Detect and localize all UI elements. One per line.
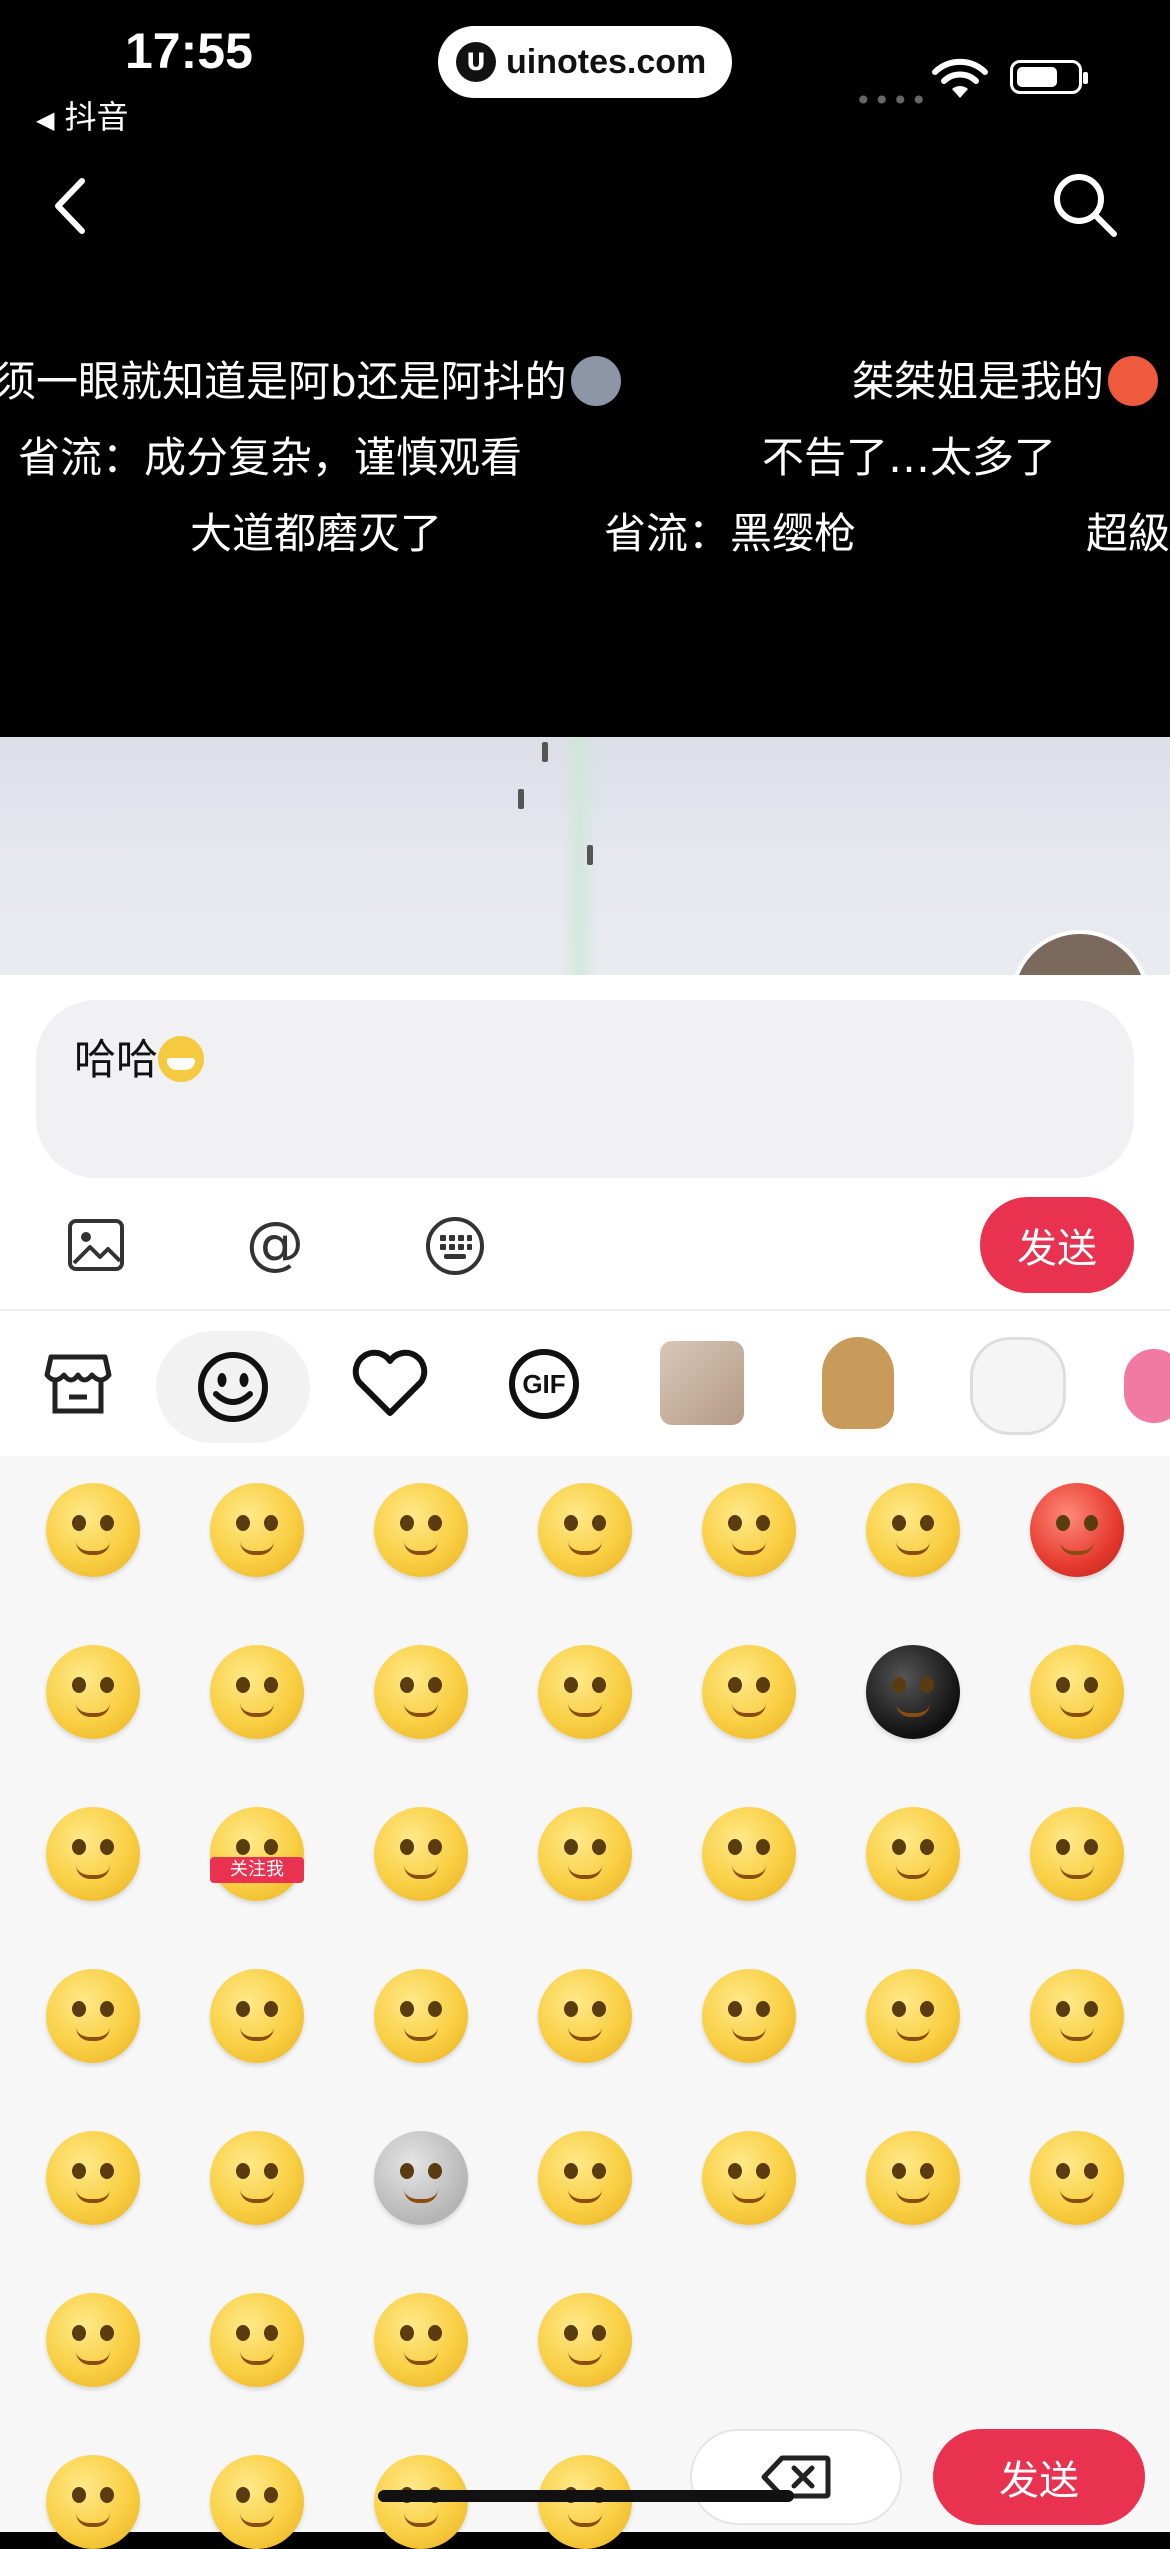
emoji-item[interactable] <box>538 2131 632 2225</box>
emoji-item[interactable] <box>702 1807 796 1901</box>
bear-sticker[interactable] <box>822 1337 894 1429</box>
svg-text:GIF: GIF <box>522 1369 565 1399</box>
video-frame[interactable] <box>0 737 1170 977</box>
danmaku-comment: 不告了…太多了 <box>762 433 1057 482</box>
tab-favorites[interactable] <box>340 1311 440 1456</box>
comment-input-text: 哈哈 <box>74 1026 205 1087</box>
smiley-icon <box>198 1352 268 1422</box>
danmaku-comment: 省流：成分复杂，谨慎观看 <box>18 433 523 482</box>
emoji-item[interactable] <box>46 2455 140 2549</box>
cat-sticker[interactable] <box>660 1341 744 1425</box>
follow-me-tag: 关注我 <box>210 1857 304 1883</box>
heart-icon <box>352 1349 428 1416</box>
emoji-item[interactable] <box>1030 1483 1124 1577</box>
site-logo-icon: U <box>456 42 496 82</box>
emoji-item[interactable] <box>374 2293 468 2387</box>
emoji-item[interactable] <box>46 1645 140 1739</box>
tab-emoji-store[interactable] <box>28 1311 128 1456</box>
emoji-item[interactable] <box>538 1645 632 1739</box>
emoji-item[interactable] <box>46 2293 140 2387</box>
comment-input[interactable]: 哈哈 <box>36 1000 1134 1178</box>
search-icon[interactable] <box>1050 170 1120 240</box>
emoji-grid: 关注我 <box>0 1456 1170 2549</box>
danmaku-comment: 桀桀姐是我的 <box>852 348 1159 409</box>
emoji-item[interactable] <box>1030 2131 1124 2225</box>
emoji-item[interactable] <box>374 2131 468 2225</box>
emoji-item[interactable] <box>374 1645 468 1739</box>
emoji-item[interactable] <box>702 2131 796 2225</box>
mention-icon[interactable]: @ <box>244 1215 306 1277</box>
dog-sticker[interactable] <box>970 1337 1066 1435</box>
tab-gif[interactable]: GIF <box>494 1311 594 1456</box>
back-triangle-icon: ◀ <box>36 106 55 134</box>
emoji-item[interactable] <box>538 2293 632 2387</box>
emoji-item[interactable]: 关注我 <box>210 1807 304 1901</box>
emoji-item[interactable] <box>210 2131 304 2225</box>
emoji-item[interactable] <box>46 2131 140 2225</box>
danmaku-comment: 超級 <box>1086 509 1170 558</box>
danmaku-comment: 须一眼就知道是阿b还是阿抖的 <box>0 348 621 409</box>
home-indicator[interactable] <box>378 2490 794 2502</box>
emoji-item[interactable] <box>538 1969 632 2063</box>
emoji-item[interactable] <box>46 1969 140 2063</box>
emoji-category-tabs: GIF <box>0 1311 1170 1456</box>
emoji-item[interactable] <box>702 1483 796 1577</box>
emoji-item[interactable] <box>1030 1645 1124 1739</box>
delete-button[interactable] <box>690 2429 902 2525</box>
gif-icon: GIF <box>509 1348 579 1419</box>
emoji-item[interactable] <box>210 1483 304 1577</box>
danmaku-comment: 省流：黑缨枪 <box>604 509 857 558</box>
status-bar: 17:55 ◀ 抖音 U uinotes.com •••• <box>0 0 1170 150</box>
wifi-icon <box>932 58 988 98</box>
emoji-item[interactable] <box>374 2455 468 2549</box>
cellular-signal-icon: •••• <box>855 84 930 117</box>
emoji-item[interactable] <box>374 1807 468 1901</box>
tab-emoji-default[interactable] <box>156 1331 310 1443</box>
back-app-label: 抖音 <box>64 98 129 136</box>
store-icon <box>44 1354 112 1413</box>
url-pill[interactable]: U uinotes.com <box>438 26 732 98</box>
emoji-item[interactable] <box>374 1969 468 2063</box>
emoji-item[interactable] <box>538 2455 632 2549</box>
emoji-item[interactable] <box>374 1483 468 1577</box>
emoji-item[interactable] <box>538 1807 632 1901</box>
emoji-item[interactable] <box>210 2293 304 2387</box>
emoji-item[interactable] <box>1030 1807 1124 1901</box>
emoji-item[interactable] <box>866 1645 960 1739</box>
svg-text:@: @ <box>246 1215 304 1277</box>
grin-emoji-icon <box>158 1036 205 1082</box>
emoji-item[interactable] <box>1030 1969 1124 2063</box>
status-time: 17:55 <box>125 23 253 79</box>
emoji-item[interactable] <box>866 1807 960 1901</box>
emoji-item[interactable] <box>866 1969 960 2063</box>
emoji-item[interactable] <box>702 1645 796 1739</box>
send-button[interactable]: 发送 <box>980 1197 1134 1293</box>
emoji-item[interactable] <box>210 2455 304 2549</box>
back-to-app-link[interactable]: ◀ 抖音 <box>36 92 128 138</box>
emoji-item[interactable] <box>210 1645 304 1739</box>
emoji-item[interactable] <box>46 1807 140 1901</box>
keyboard-icon[interactable] <box>424 1215 486 1277</box>
image-icon[interactable] <box>66 1215 126 1275</box>
keyboard-send-button[interactable]: 发送 <box>933 2429 1145 2525</box>
emoji-item[interactable] <box>866 1483 960 1577</box>
danmaku-comment: 大道都磨灭了 <box>190 509 443 558</box>
battery-icon <box>1010 60 1088 94</box>
drool-emoji-icon <box>1108 356 1159 406</box>
emoji-item[interactable] <box>702 1969 796 2063</box>
emoji-item[interactable] <box>538 1483 632 1577</box>
emoji-item[interactable] <box>210 1969 304 2063</box>
url-text: uinotes.com <box>506 42 707 81</box>
back-chevron-icon[interactable] <box>50 175 90 237</box>
comment-panel: 哈哈 @ 发送 GIF 关注我 发送 <box>0 975 1170 2549</box>
emoji-item[interactable] <box>866 2131 960 2225</box>
octopus-sticker[interactable] <box>1124 1349 1170 1423</box>
husky-emoji-icon <box>570 356 621 406</box>
emoji-item[interactable] <box>46 1483 140 1577</box>
